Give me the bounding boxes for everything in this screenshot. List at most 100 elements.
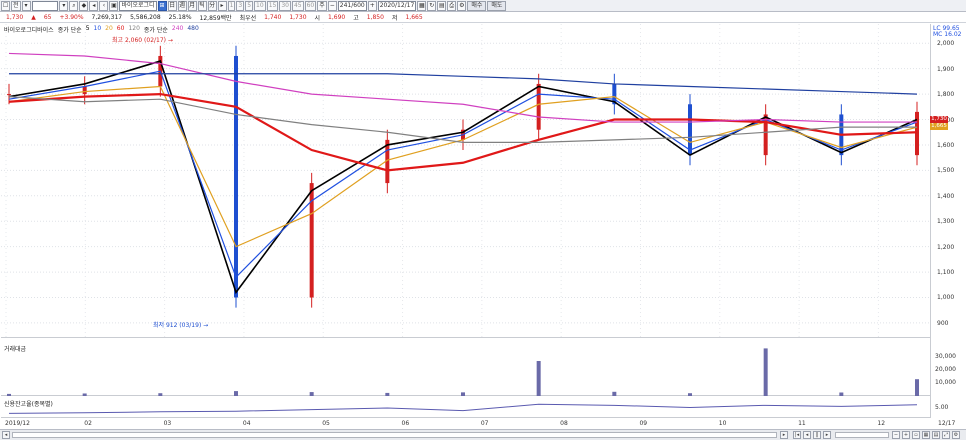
low-price: 1,665 [405, 13, 423, 21]
gear-icon[interactable]: ⚙ [457, 0, 467, 11]
scroll-right-icon[interactable]: ▸ [780, 431, 788, 439]
period-30[interactable]: 30 [279, 0, 291, 11]
scroll-track[interactable] [12, 432, 777, 438]
credit-y-axis: 5.00 [931, 398, 964, 418]
buy-button[interactable]: 매수 [467, 0, 487, 11]
period-chevron-icon[interactable]: ▸ [217, 0, 227, 11]
price-tick: 1,000 [937, 294, 955, 302]
volume-bar [915, 379, 919, 396]
zoom-in-icon[interactable]: + [902, 431, 910, 439]
lock-icon[interactable]: ◆ [79, 0, 89, 11]
plus-icon[interactable]: + [367, 0, 377, 11]
stock-name-field[interactable]: 바이오로그디 [119, 0, 157, 11]
volume-bar [536, 361, 541, 396]
period-15[interactable]: 15 [266, 0, 279, 11]
ma-10-legend: 10 [93, 25, 102, 32]
mode-select[interactable]: 전 [11, 0, 21, 11]
date-input[interactable]: 2020/12/17 [377, 0, 417, 11]
chevron-down-icon[interactable]: ▾ [21, 0, 31, 11]
volume-bar [385, 392, 390, 396]
search-icon[interactable]: ⌕ [69, 0, 79, 11]
menu-icon[interactable]: ☐ [1, 0, 10, 11]
period-month[interactable]: 月 [187, 0, 197, 11]
period-45[interactable]: 45 [291, 0, 304, 11]
refresh-icon[interactable]: ↻ [427, 0, 437, 11]
table-icon[interactable]: ▤ [932, 431, 940, 439]
quote-bar: 1,730 ▲ 65 +3.90% 7,269,317 5,586,208 25… [0, 12, 966, 23]
ma-480-line [9, 73, 918, 95]
grid-icon[interactable]: ▦ [922, 431, 930, 439]
count-input[interactable]: 241/600 [337, 0, 367, 11]
sell-button[interactable]: 매도 [487, 0, 507, 11]
expand-icon[interactable]: ⤢ [942, 431, 950, 439]
long-ma-label: 종가 단순 [143, 27, 168, 34]
minus-icon[interactable]: − [327, 0, 337, 11]
period-5[interactable]: 5 [245, 0, 254, 11]
back-icon[interactable]: ◂ [803, 431, 811, 439]
period-60[interactable]: 60 [304, 0, 317, 11]
link-icon[interactable]: ⊞ [157, 0, 167, 11]
print-icon[interactable]: ⎙ [447, 0, 457, 11]
period-week-num[interactable]: 주 [317, 0, 327, 11]
price-chart[interactable] [1, 24, 930, 338]
volume-panel[interactable]: 거래대금 [1, 343, 930, 396]
stock-type-icon[interactable]: ▣ [109, 0, 119, 11]
turnover-ratio: 25.18% [168, 13, 192, 21]
period-10[interactable]: 10 [254, 0, 266, 11]
credit-chart[interactable] [1, 398, 930, 418]
forward-icon[interactable]: ▸ [823, 431, 831, 439]
period-tick[interactable]: 틱 [197, 0, 207, 11]
zoom-track[interactable] [835, 432, 889, 438]
credit-panel[interactable]: 신용잔고율(종목별) [1, 398, 930, 418]
stock-code-input[interactable]: 009770 [31, 0, 59, 11]
ma-480-legend: 480 [187, 25, 199, 32]
table-icon[interactable]: ▤ [437, 0, 447, 11]
candle-body [915, 111, 919, 156]
volume-bar [309, 392, 314, 396]
chart-scrollbar[interactable]: ◂ ▸ |◂ ◂ ‖ ▸ − + ▫ ▦ ▤ ⤢ ⚙ [0, 429, 966, 440]
first-icon[interactable]: |◂ [793, 431, 801, 439]
ma-120-legend: 120 [128, 25, 140, 32]
period-3[interactable]: 3 [236, 0, 245, 11]
speaker-icon[interactable]: ◂ [89, 0, 99, 11]
volume-bar [763, 348, 768, 396]
x-tick: 02 [84, 420, 92, 427]
x-tick: 12 [877, 420, 886, 427]
prev-icon[interactable]: ‹ [99, 0, 109, 11]
best-quote-label: 최우선 [239, 14, 257, 22]
period-day[interactable]: 日 [167, 0, 177, 11]
low-label: 저 [391, 14, 398, 22]
vol-tick-10000: 10,000 [935, 379, 956, 386]
period-week[interactable]: 週 [177, 0, 187, 11]
zoom-reset-icon[interactable]: ▫ [912, 431, 920, 439]
ma-240-legend: 240 [171, 25, 184, 32]
credit-tick: 5.00 [935, 404, 949, 411]
candle-body [7, 94, 11, 96]
volume-bar [82, 393, 87, 396]
period-minute[interactable]: 分 [207, 0, 217, 11]
zoom-out-icon[interactable]: − [892, 431, 900, 439]
chart-toolbar: ☐ 전 ▾ 009770 ▾ ⌕ ◆ ◂ ‹ ▣ 바이오로그디 ⊞ 日 週 月 … [0, 0, 966, 12]
chart-settings-icon[interactable]: ⚙ [952, 431, 960, 439]
scroll-left-icon[interactable]: ◂ [2, 431, 10, 439]
x-tick: 2019/12 [5, 420, 30, 427]
corner-mc: MC 16.02 [933, 31, 962, 38]
period-1[interactable]: 1 [227, 0, 236, 11]
high-annotation: 최고 2,060 (02/17) → [112, 37, 173, 44]
credit-line [8, 403, 918, 414]
volume-legend-label: 거래대금 [4, 346, 27, 353]
pause-icon[interactable]: ‖ [813, 431, 821, 439]
x-tick: 06 [401, 420, 410, 427]
chevron-down-icon[interactable]: ▾ [59, 0, 69, 11]
volume-chart[interactable] [1, 343, 930, 396]
x-tick: 07 [480, 420, 489, 427]
price-y-axis: LC 99.65 MC 16.02 2,0001,9001,8001,7001,… [931, 24, 964, 338]
price-tick: 1,300 [937, 218, 955, 226]
x-tick: 09 [639, 420, 648, 427]
low-annotation: 최저 912 (03/19) → [153, 322, 209, 329]
price-panel[interactable]: 바이오로그디바이스 종가 단순 5 10 20 60 120 종가 단순 240… [1, 24, 930, 338]
volume-bar [688, 393, 692, 396]
calendar-icon[interactable]: ▦ [417, 0, 427, 11]
high-price: 1,850 [366, 13, 384, 21]
x-tick: 03 [163, 420, 172, 427]
